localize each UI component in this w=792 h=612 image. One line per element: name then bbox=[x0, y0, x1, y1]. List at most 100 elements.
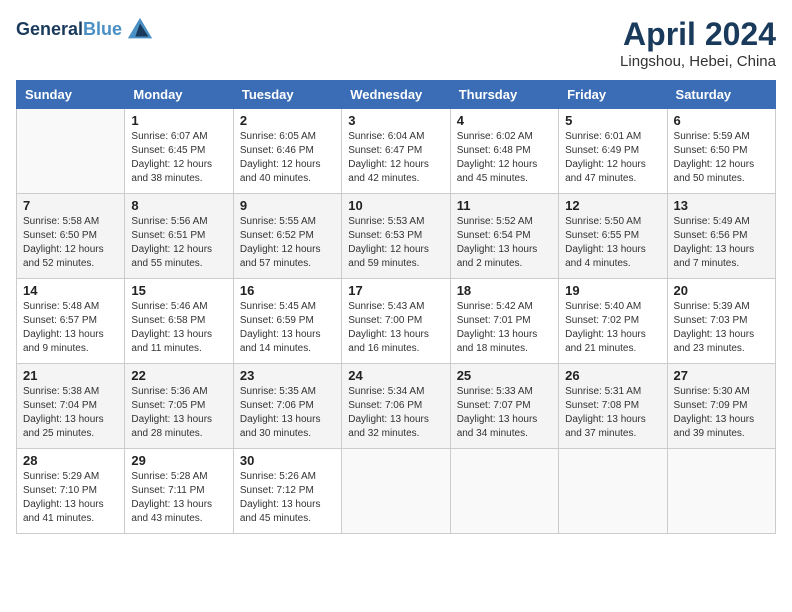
weekday-header-wednesday: Wednesday bbox=[342, 81, 450, 109]
day-number: 20 bbox=[674, 283, 769, 298]
day-info: Sunrise: 5:35 AMSunset: 7:06 PMDaylight:… bbox=[240, 385, 335, 441]
day-number: 11 bbox=[457, 198, 552, 213]
day-number: 3 bbox=[348, 113, 443, 128]
day-number: 17 bbox=[348, 283, 443, 298]
day-info: Sunrise: 5:26 AMSunset: 7:12 PMDaylight:… bbox=[240, 470, 335, 526]
day-info: Sunrise: 5:50 AMSunset: 6:55 PMDaylight:… bbox=[565, 215, 660, 271]
weekday-header-sunday: Sunday bbox=[17, 81, 125, 109]
calendar-cell: 7 Sunrise: 5:58 AMSunset: 6:50 PMDaylight… bbox=[17, 194, 125, 279]
calendar-cell: 2Sunrise: 6:05 AMSunset: 6:46 PMDaylight… bbox=[233, 109, 341, 194]
calendar-cell: 30 Sunrise: 5:26 AMSunset: 7:12 PMDayligh… bbox=[233, 449, 341, 534]
day-info: Sunrise: 5:29 AMSunset: 7:10 PMDaylight:… bbox=[23, 470, 118, 526]
day-number: 7 bbox=[23, 198, 118, 213]
day-info: Sunrise: 6:02 AMSunset: 6:48 PMDaylight:… bbox=[457, 130, 552, 186]
day-number: 28 bbox=[23, 453, 118, 468]
calendar-cell: 14 Sunrise: 5:48 AMSunset: 6:57 PMDayligh… bbox=[17, 279, 125, 364]
calendar-cell: 6Sunrise: 5:59 AMSunset: 6:50 PMDaylight… bbox=[667, 109, 775, 194]
page-header: GeneralBlue April 2024 Lingshou, Hebei, … bbox=[16, 16, 776, 70]
day-number: 8 bbox=[131, 198, 226, 213]
day-number: 15 bbox=[131, 283, 226, 298]
day-number: 5 bbox=[565, 113, 660, 128]
day-info: Sunrise: 5:40 AMSunset: 7:02 PMDaylight:… bbox=[565, 300, 660, 356]
day-info: Sunrise: 5:48 AMSunset: 6:57 PMDaylight:… bbox=[23, 300, 118, 356]
calendar-week-row: 21 Sunrise: 5:38 AMSunset: 7:04 PMDayligh… bbox=[17, 364, 776, 449]
day-info: Sunrise: 6:07 AMSunset: 6:45 PMDaylight:… bbox=[131, 130, 226, 186]
title-area: April 2024 Lingshou, Hebei, China bbox=[620, 16, 776, 70]
calendar-cell: 17 Sunrise: 5:43 AMSunset: 7:00 PMDayligh… bbox=[342, 279, 450, 364]
logo: GeneralBlue bbox=[16, 16, 154, 44]
day-number: 29 bbox=[131, 453, 226, 468]
day-number: 30 bbox=[240, 453, 335, 468]
day-number: 9 bbox=[240, 198, 335, 213]
calendar-cell: 28 Sunrise: 5:29 AMSunset: 7:10 PMDayligh… bbox=[17, 449, 125, 534]
calendar-cell: 27Sunrise: 5:30 AMSunset: 7:09 PMDayligh… bbox=[667, 364, 775, 449]
logo-icon bbox=[126, 16, 154, 44]
calendar-cell: 3 Sunrise: 6:04 AMSunset: 6:47 PMDaylight… bbox=[342, 109, 450, 194]
calendar-cell: 19 Sunrise: 5:40 AMSunset: 7:02 PMDayligh… bbox=[559, 279, 667, 364]
day-number: 10 bbox=[348, 198, 443, 213]
calendar-cell bbox=[559, 449, 667, 534]
calendar-cell: 15Sunrise: 5:46 AMSunset: 6:58 PMDayligh… bbox=[125, 279, 233, 364]
calendar-cell: 26 Sunrise: 5:31 AMSunset: 7:08 PMDayligh… bbox=[559, 364, 667, 449]
calendar-cell bbox=[450, 449, 558, 534]
calendar-cell bbox=[667, 449, 775, 534]
calendar-week-row: 28 Sunrise: 5:29 AMSunset: 7:10 PMDayligh… bbox=[17, 449, 776, 534]
day-number: 16 bbox=[240, 283, 335, 298]
calendar-cell bbox=[342, 449, 450, 534]
day-info: Sunrise: 5:33 AMSunset: 7:07 PMDaylight:… bbox=[457, 385, 552, 441]
calendar-cell: 12Sunrise: 5:50 AMSunset: 6:55 PMDayligh… bbox=[559, 194, 667, 279]
day-number: 23 bbox=[240, 368, 335, 383]
day-number: 1 bbox=[131, 113, 226, 128]
day-info: Sunrise: 5:56 AMSunset: 6:51 PMDaylight:… bbox=[131, 215, 226, 271]
weekday-header-friday: Friday bbox=[559, 81, 667, 109]
day-info: Sunrise: 5:30 AMSunset: 7:09 PMDaylight:… bbox=[674, 385, 769, 441]
calendar-cell: 24Sunrise: 5:34 AMSunset: 7:06 PMDayligh… bbox=[342, 364, 450, 449]
day-number: 25 bbox=[457, 368, 552, 383]
calendar-week-row: 1 Sunrise: 6:07 AMSunset: 6:45 PMDaylight… bbox=[17, 109, 776, 194]
calendar-cell: 13 Sunrise: 5:49 AMSunset: 6:56 PMDayligh… bbox=[667, 194, 775, 279]
day-info: Sunrise: 5:45 AMSunset: 6:59 PMDaylight:… bbox=[240, 300, 335, 356]
day-number: 26 bbox=[565, 368, 660, 383]
weekday-header-monday: Monday bbox=[125, 81, 233, 109]
calendar-cell: 20 Sunrise: 5:39 AMSunset: 7:03 PMDayligh… bbox=[667, 279, 775, 364]
day-info: Sunrise: 5:43 AMSunset: 7:00 PMDaylight:… bbox=[348, 300, 443, 356]
day-info: Sunrise: 5:38 AMSunset: 7:04 PMDaylight:… bbox=[23, 385, 118, 441]
weekday-header-thursday: Thursday bbox=[450, 81, 558, 109]
calendar-cell: 8 Sunrise: 5:56 AMSunset: 6:51 PMDaylight… bbox=[125, 194, 233, 279]
calendar-cell: 29 Sunrise: 5:28 AMSunset: 7:11 PMDayligh… bbox=[125, 449, 233, 534]
calendar-cell: 21 Sunrise: 5:38 AMSunset: 7:04 PMDayligh… bbox=[17, 364, 125, 449]
calendar-cell: 18 Sunrise: 5:42 AMSunset: 7:01 PMDayligh… bbox=[450, 279, 558, 364]
day-info: Sunrise: 5:42 AMSunset: 7:01 PMDaylight:… bbox=[457, 300, 552, 356]
calendar-cell: 9 Sunrise: 5:55 AMSunset: 6:52 PMDaylight… bbox=[233, 194, 341, 279]
day-info: Sunrise: 5:39 AMSunset: 7:03 PMDaylight:… bbox=[674, 300, 769, 356]
day-number: 13 bbox=[674, 198, 769, 213]
day-info: Sunrise: 5:28 AMSunset: 7:11 PMDaylight:… bbox=[131, 470, 226, 526]
calendar-table: SundayMondayTuesdayWednesdayThursdayFrid… bbox=[16, 80, 776, 534]
month-title: April 2024 bbox=[620, 16, 776, 53]
day-info: Sunrise: 5:31 AMSunset: 7:08 PMDaylight:… bbox=[565, 385, 660, 441]
calendar-cell bbox=[17, 109, 125, 194]
day-info: Sunrise: 5:34 AMSunset: 7:06 PMDaylight:… bbox=[348, 385, 443, 441]
calendar-cell: 4 Sunrise: 6:02 AMSunset: 6:48 PMDaylight… bbox=[450, 109, 558, 194]
day-info: Sunrise: 5:55 AMSunset: 6:52 PMDaylight:… bbox=[240, 215, 335, 271]
calendar-cell: 22Sunrise: 5:36 AMSunset: 7:05 PMDayligh… bbox=[125, 364, 233, 449]
day-number: 19 bbox=[565, 283, 660, 298]
calendar-cell: 11Sunrise: 5:52 AMSunset: 6:54 PMDayligh… bbox=[450, 194, 558, 279]
day-number: 2 bbox=[240, 113, 335, 128]
day-number: 21 bbox=[23, 368, 118, 383]
calendar-cell: 1 Sunrise: 6:07 AMSunset: 6:45 PMDaylight… bbox=[125, 109, 233, 194]
day-info: Sunrise: 5:58 AMSunset: 6:50 PMDaylight:… bbox=[23, 215, 118, 271]
day-info: Sunrise: 6:01 AMSunset: 6:49 PMDaylight:… bbox=[565, 130, 660, 186]
logo-text: GeneralBlue bbox=[16, 20, 122, 40]
calendar-cell: 5 Sunrise: 6:01 AMSunset: 6:49 PMDaylight… bbox=[559, 109, 667, 194]
weekday-header-saturday: Saturday bbox=[667, 81, 775, 109]
day-info: Sunrise: 6:04 AMSunset: 6:47 PMDaylight:… bbox=[348, 130, 443, 186]
calendar-cell: 10Sunrise: 5:53 AMSunset: 6:53 PMDayligh… bbox=[342, 194, 450, 279]
day-info: Sunrise: 5:59 AMSunset: 6:50 PMDaylight:… bbox=[674, 130, 769, 186]
day-info: Sunrise: 5:49 AMSunset: 6:56 PMDaylight:… bbox=[674, 215, 769, 271]
day-number: 14 bbox=[23, 283, 118, 298]
weekday-header-tuesday: Tuesday bbox=[233, 81, 341, 109]
weekday-header-row: SundayMondayTuesdayWednesdayThursdayFrid… bbox=[17, 81, 776, 109]
day-number: 4 bbox=[457, 113, 552, 128]
day-number: 18 bbox=[457, 283, 552, 298]
